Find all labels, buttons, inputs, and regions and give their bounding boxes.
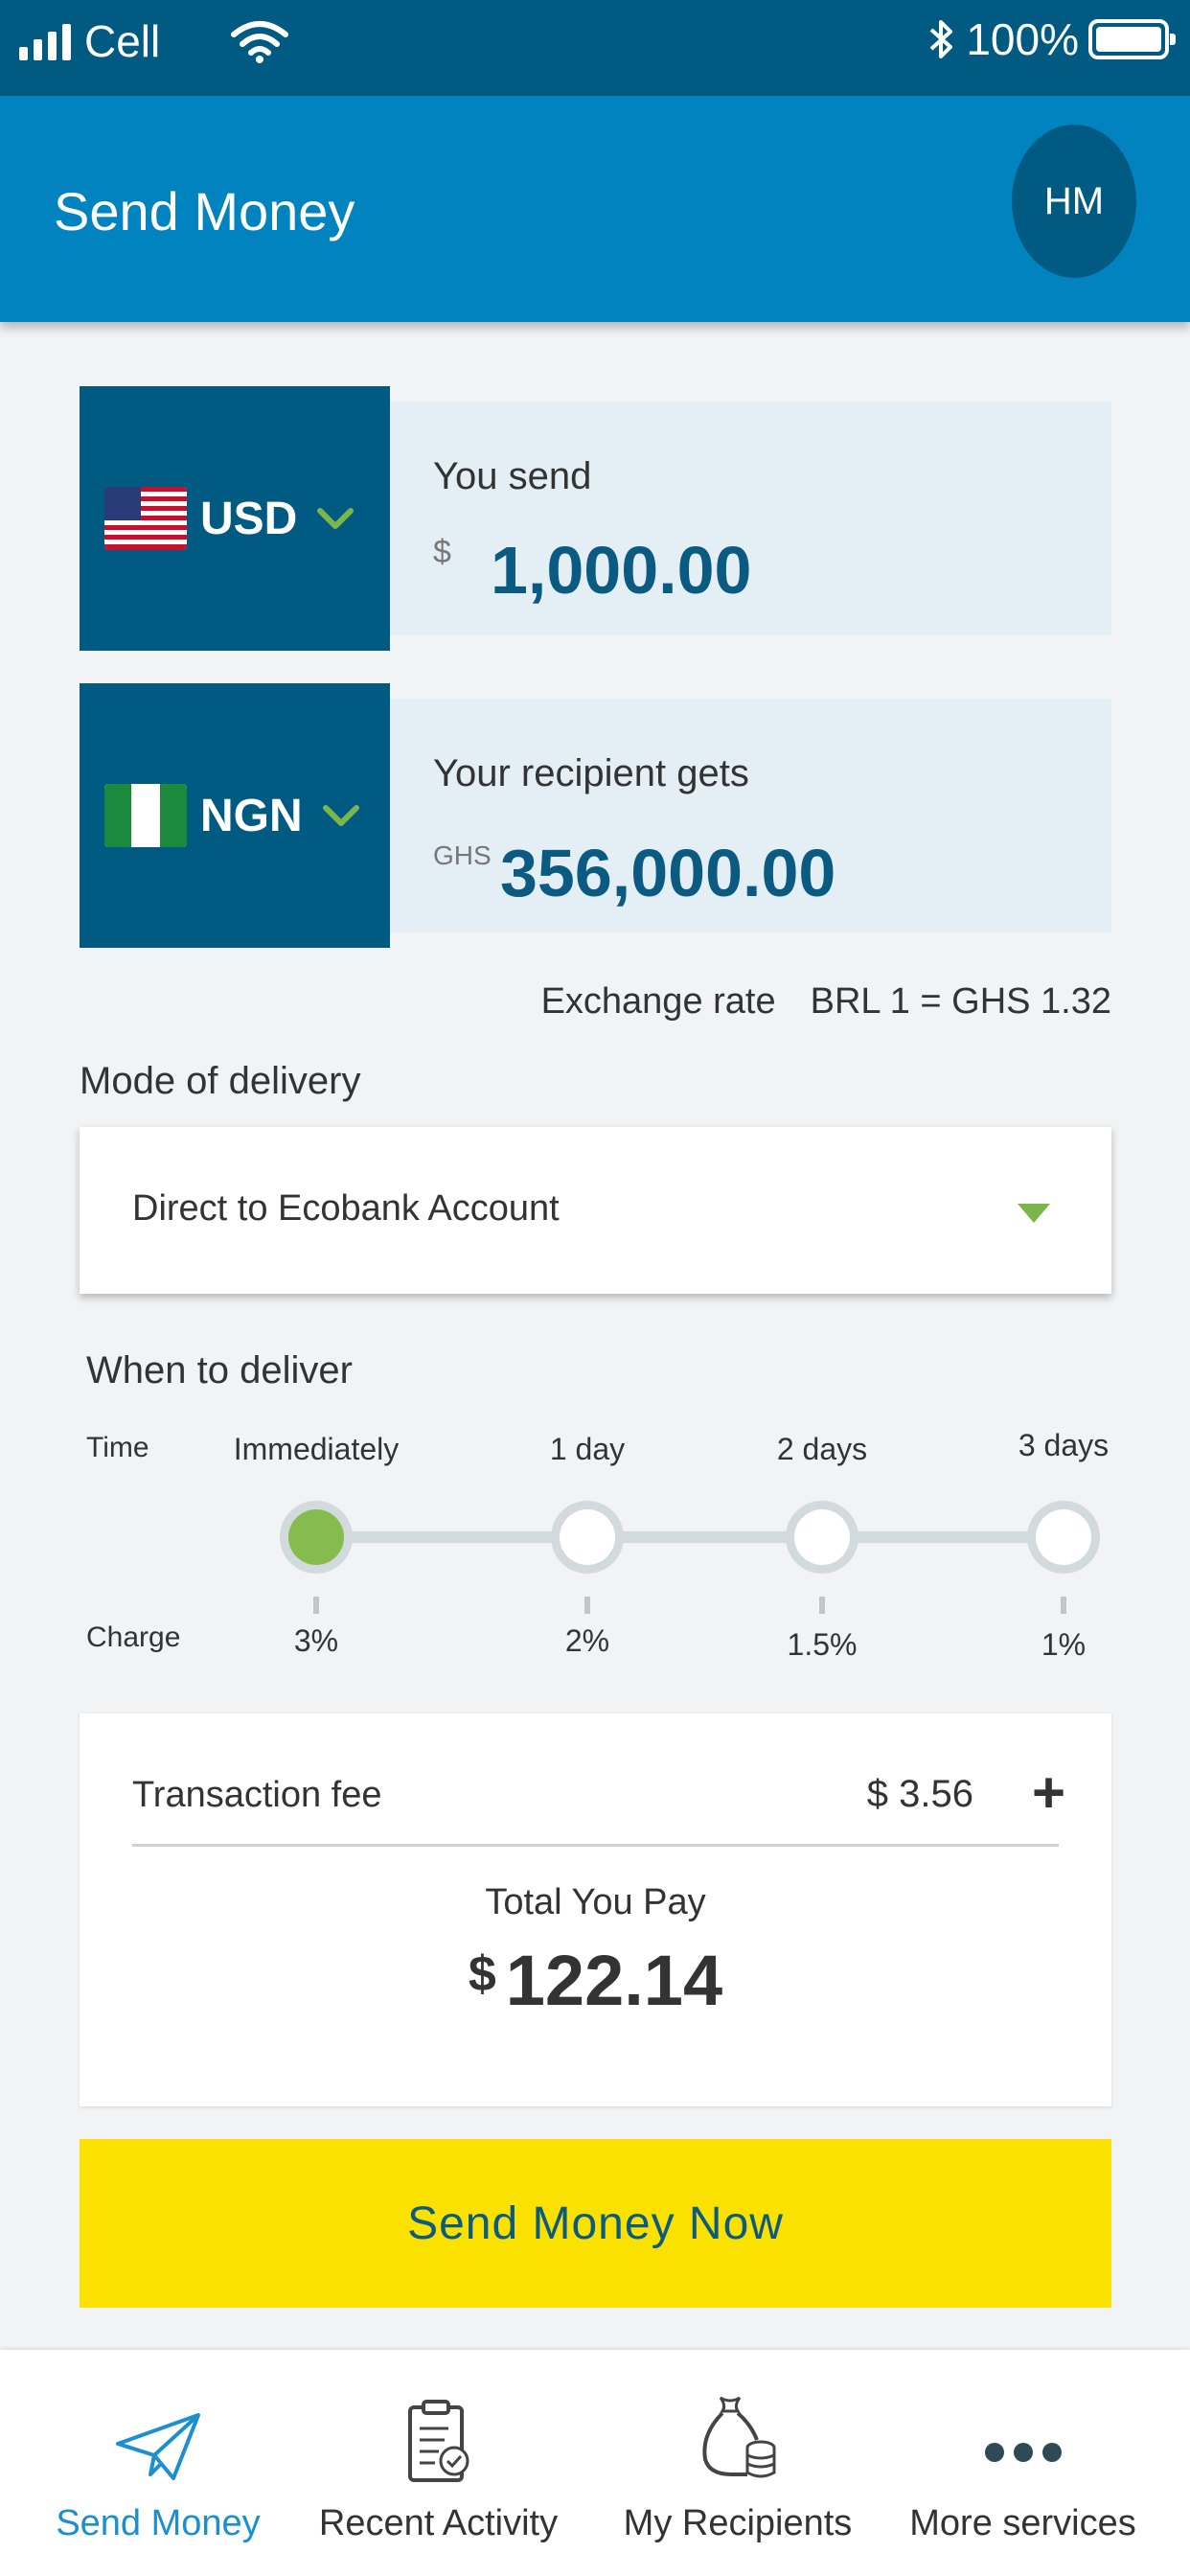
delivery-option-2-days[interactable] [786, 1501, 858, 1574]
clipboard-check-icon [407, 2400, 469, 2482]
step-tick [1061, 1597, 1066, 1614]
expand-fee-button[interactable]: + [1032, 1760, 1065, 1826]
battery-percentage: 100% [966, 14, 1079, 64]
app-header: Send Money HM [0, 96, 1190, 322]
send-money-now-button[interactable]: Send Money Now [80, 2139, 1111, 2308]
wifi-icon [231, 21, 288, 63]
total-currency-symbol: $ [468, 1946, 496, 2002]
delivery-mode-label: Mode of delivery [80, 1060, 361, 1102]
status-right: 100% [927, 13, 1176, 65]
bottom-navigation: Send Money Recent Activity My Recipients… [0, 2350, 1190, 2576]
receive-amount-row: NGN Your recipient gets GHS 356,000.00 [80, 683, 1111, 948]
delivery-time-label: When to deliver [86, 1349, 353, 1392]
send-amount-value[interactable]: 1,000.00 [491, 532, 751, 609]
step-tick [584, 1597, 590, 1614]
receive-amount-label: Your recipient gets [433, 752, 749, 794]
step-charge-label: 3% [293, 1623, 339, 1658]
transaction-fee-label: Transaction fee [132, 1775, 382, 1815]
step-tick [819, 1597, 825, 1614]
nav-recent-activity[interactable]: Recent Activity [318, 2350, 559, 2576]
avatar[interactable]: HM [1012, 125, 1136, 278]
total-pay-label: Total You Pay [485, 1882, 706, 1922]
delivery-mode-dropdown[interactable]: Direct to Ecobank Account [80, 1127, 1111, 1294]
send-amount-box[interactable]: You send $ 1,000.00 [390, 402, 1111, 635]
more-dots-icon [984, 2443, 1062, 2462]
caret-down-icon [1018, 1204, 1050, 1223]
page-title: Send Money [54, 181, 355, 242]
step-time-label: 3 days [1018, 1428, 1110, 1462]
us-flag-icon [104, 487, 187, 550]
receive-currency-symbol: GHS [433, 840, 492, 870]
status-bar: Cell 100% [0, 0, 1190, 96]
signal-icon [19, 22, 71, 60]
receive-amount-value[interactable]: 356,000.00 [500, 835, 835, 911]
step-time-label: 2 days [776, 1432, 868, 1466]
receive-currency-code: NGN [200, 790, 303, 841]
total-amount-value: 122.14 [505, 1941, 723, 2020]
chevron-down-icon [317, 508, 355, 529]
exchange-rate: Exchange rate BRL 1 = GHS 1.32 [541, 981, 1111, 1023]
send-currency-symbol: $ [433, 534, 451, 570]
nav-more-services[interactable]: More services [909, 2350, 1136, 2576]
delivery-mode-selected: Direct to Ecobank Account [132, 1188, 560, 1229]
delivery-option-1-day[interactable] [551, 1501, 624, 1574]
step-tick [313, 1597, 319, 1614]
step-time-label: 1 day [549, 1432, 626, 1466]
send-amount-label: You send [433, 455, 592, 497]
nav-my-recipients[interactable]: My Recipients [623, 2350, 853, 2576]
nav-send-money[interactable]: Send Money [56, 2350, 261, 2576]
chevron-down-icon [322, 805, 359, 826]
nav-label: My Recipients [623, 2503, 853, 2543]
receive-amount-box[interactable]: Your recipient gets GHS 356,000.00 [390, 699, 1111, 932]
receive-currency-selector[interactable]: NGN [80, 683, 390, 948]
step-charge-label: 1% [1041, 1627, 1087, 1662]
step-time-label: Immediately [233, 1432, 400, 1466]
send-amount-row: USD You send $ 1,000.00 [80, 386, 1111, 651]
step-charge-label: 1.5% [787, 1627, 858, 1662]
paper-plane-icon [116, 2413, 200, 2480]
send-currency-selector[interactable]: USD [80, 386, 390, 651]
delivery-option-immediately[interactable] [280, 1501, 353, 1574]
nav-label: Recent Activity [318, 2503, 559, 2543]
carrier-name: Cell [84, 16, 161, 66]
transaction-fee-value: $ 3.56 [866, 1773, 973, 1815]
step-charge-label: 2% [564, 1623, 610, 1658]
status-left: Cell [19, 15, 160, 67]
nav-label: More services [909, 2503, 1136, 2543]
nav-label: Send Money [56, 2503, 261, 2543]
delivery-option-3-days[interactable] [1027, 1501, 1100, 1574]
time-row-label: Time [86, 1432, 149, 1463]
bluetooth-icon [930, 20, 953, 58]
battery-icon [1088, 19, 1176, 59]
charge-row-label: Charge [86, 1622, 181, 1653]
fee-summary-card: Transaction fee $ 3.56 + Total You Pay $… [80, 1714, 1111, 2106]
send-currency-code: USD [200, 493, 298, 544]
money-bag-icon [702, 2396, 776, 2478]
delivery-speed-track [316, 1531, 1064, 1543]
total-pay-amount: $122.14 [80, 1940, 1111, 2021]
exchange-rate-value: BRL 1 = GHS 1.32 [810, 981, 1111, 1022]
divider [132, 1844, 1059, 1847]
exchange-rate-label: Exchange rate [540, 981, 776, 1022]
nigeria-flag-icon [104, 784, 187, 847]
